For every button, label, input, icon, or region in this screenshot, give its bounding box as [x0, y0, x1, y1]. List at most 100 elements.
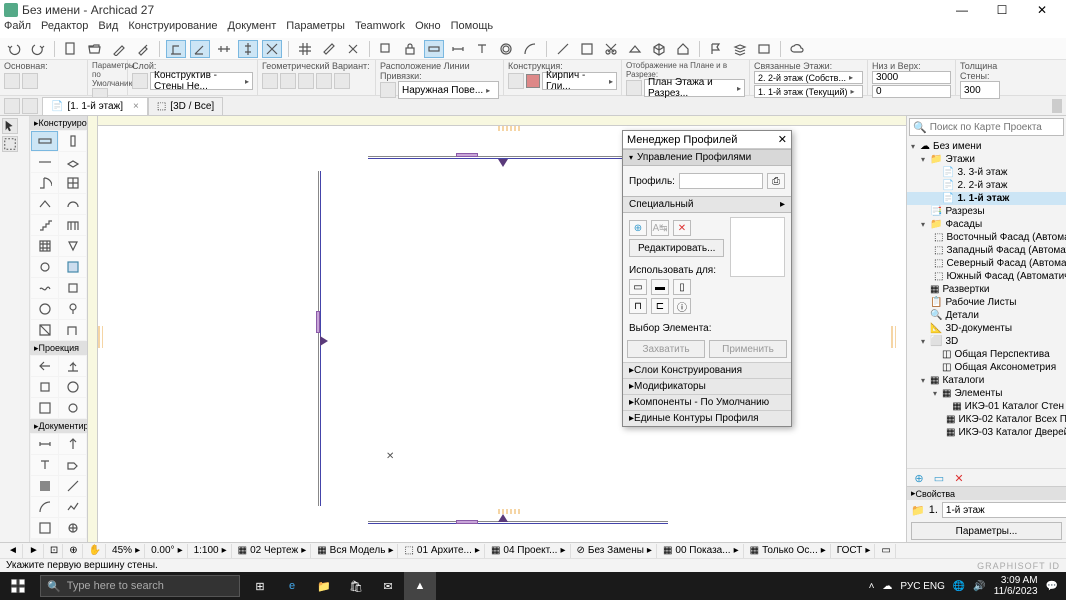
level-dim-tool[interactable]: [59, 434, 86, 454]
volume-icon[interactable]: 🔊: [973, 581, 985, 592]
task-view-icon[interactable]: ⊞: [244, 572, 276, 600]
menu-options[interactable]: Параметры: [286, 20, 345, 38]
railing-tool[interactable]: [59, 215, 86, 235]
dim-icon[interactable]: [448, 40, 468, 58]
corner-window-tool[interactable]: [59, 320, 86, 340]
section-tool[interactable]: [31, 356, 58, 376]
polyline-tool[interactable]: [59, 497, 86, 517]
nav-menu-icon[interactable]: [1060, 99, 1062, 113]
snap-intersect-icon[interactable]: [262, 40, 282, 58]
display-icon[interactable]: [626, 80, 642, 96]
tab-3d[interactable]: ⬚[3D / Все]: [148, 97, 223, 115]
morph-tool[interactable]: [59, 236, 86, 256]
taskbar-search[interactable]: 🔍Type here to search: [40, 575, 240, 597]
use-beam-icon[interactable]: ▬: [651, 279, 669, 295]
sb-override[interactable]: ⊘ Без Замены ▸: [573, 544, 657, 558]
start-button[interactable]: [0, 572, 36, 600]
navigator-search[interactable]: 🔍: [909, 118, 1064, 136]
search-input[interactable]: [930, 122, 1062, 133]
delete-profile-icon[interactable]: ✕: [673, 220, 691, 236]
toolbox-doc-header[interactable]: ▸ Документиро: [30, 419, 87, 433]
slab-tool[interactable]: [59, 152, 86, 172]
geom-trap-icon[interactable]: [298, 73, 314, 89]
layout-icon[interactable]: ▭: [931, 471, 947, 485]
menu-teamwork[interactable]: Teamwork: [355, 20, 405, 38]
top-story-combo[interactable]: 2. 2-й этаж (Собств...▸: [754, 71, 863, 84]
marker-icon[interactable]: [320, 336, 328, 346]
nav-fwd-icon[interactable]: ►: [25, 544, 44, 558]
pan-icon[interactable]: ✋: [85, 544, 106, 558]
edge-icon[interactable]: e: [276, 572, 308, 600]
undo-icon[interactable]: [4, 40, 24, 58]
menu-help[interactable]: Помощь: [451, 20, 494, 38]
lock-dd-icon[interactable]: [400, 40, 420, 58]
props-header[interactable]: ▸ Свойства: [907, 486, 1066, 500]
struct-combo[interactable]: Кирпич - Гли...▸: [542, 72, 617, 90]
struct-icon[interactable]: [508, 73, 524, 89]
stair-tool[interactable]: [31, 215, 58, 235]
arrow-tool-icon[interactable]: [2, 118, 18, 134]
geom-poly-icon[interactable]: [316, 73, 332, 89]
change-tool[interactable]: [59, 398, 86, 418]
open-icon[interactable]: [85, 40, 105, 58]
bottom-height-input[interactable]: [872, 85, 951, 98]
cloud-icon[interactable]: [787, 40, 807, 58]
snap-angle-icon[interactable]: [190, 40, 210, 58]
layer-combo[interactable]: Конструктив - Стены Не...▸: [150, 72, 253, 90]
home-icon[interactable]: [673, 40, 693, 58]
collapse-contours[interactable]: ▸Единые Контуры Профиля: [623, 410, 791, 426]
column-tool[interactable]: [59, 131, 86, 151]
opening-tool[interactable]: [59, 278, 86, 298]
explorer-icon[interactable]: 📁: [308, 572, 340, 600]
publish-icon[interactable]: [754, 40, 774, 58]
flag-icon[interactable]: [706, 40, 726, 58]
roof-icon[interactable]: [625, 40, 645, 58]
arrow-right-icon[interactable]: [22, 73, 38, 89]
menu-design[interactable]: Конструирование: [128, 20, 217, 38]
menu-window[interactable]: Окно: [415, 20, 441, 38]
special-row[interactable]: Специальный▸: [623, 196, 791, 213]
mep-tool[interactable]: [31, 299, 58, 319]
close-button[interactable]: ✕: [1022, 0, 1062, 20]
label-tool[interactable]: [59, 455, 86, 475]
sb-extra-icon[interactable]: ▭: [877, 544, 895, 558]
guide-h-icon[interactable]: [214, 40, 234, 58]
view-grid-icon[interactable]: [22, 98, 38, 114]
refline-combo[interactable]: Наружная Пове...▸: [398, 81, 499, 99]
nav-back-icon[interactable]: ◄: [4, 544, 23, 558]
zoom-in-icon[interactable]: ⊕: [65, 544, 82, 558]
skylight-tool[interactable]: [31, 320, 58, 340]
area-icon[interactable]: [577, 40, 597, 58]
home-story-combo[interactable]: 1. 1-й этаж (Текущий)▸: [754, 85, 863, 98]
mail-icon[interactable]: ✉: [372, 572, 404, 600]
edit-profile-button[interactable]: Редактировать...: [629, 239, 724, 257]
eyedropper-icon[interactable]: [133, 40, 153, 58]
zone-tool[interactable]: [59, 257, 86, 277]
profile-picker-icon[interactable]: ⎙: [767, 173, 785, 189]
geom-rect-icon[interactable]: [334, 73, 350, 89]
lamp-tool[interactable]: [59, 299, 86, 319]
scale-value[interactable]: 1:100 ▸: [190, 544, 232, 558]
trace-icon[interactable]: [343, 40, 363, 58]
tray-up-icon[interactable]: ˄: [869, 581, 875, 592]
sb-dim-std[interactable]: ГОСТ ▸: [833, 544, 876, 558]
elevation-tool[interactable]: [59, 356, 86, 376]
sb-mvo[interactable]: ▦ 04 Проект... ▸: [487, 544, 571, 558]
top-height-input[interactable]: [872, 71, 951, 84]
zoom-ext-icon[interactable]: ⊡: [46, 544, 63, 558]
arc-tool[interactable]: [31, 497, 58, 517]
use-other-icon[interactable]: ⊏: [651, 298, 669, 314]
wall-tool-icon[interactable]: [4, 73, 20, 89]
new-view-icon[interactable]: ⊕: [911, 471, 927, 485]
text-tool[interactable]: [31, 455, 58, 475]
onedrive-icon[interactable]: ☁: [882, 581, 892, 592]
beam-tool[interactable]: [31, 152, 58, 172]
dialog-close-icon[interactable]: ✕: [778, 133, 787, 146]
notifications-icon[interactable]: 💬: [1046, 581, 1058, 592]
marquee-tool-icon[interactable]: [2, 136, 18, 152]
clock[interactable]: 3:09 AM 11/6/2023: [994, 575, 1038, 597]
menu-document[interactable]: Документ: [228, 20, 277, 38]
marker-icon[interactable]: [498, 159, 508, 167]
shell-tool[interactable]: [59, 194, 86, 214]
roof-tool[interactable]: [31, 194, 58, 214]
